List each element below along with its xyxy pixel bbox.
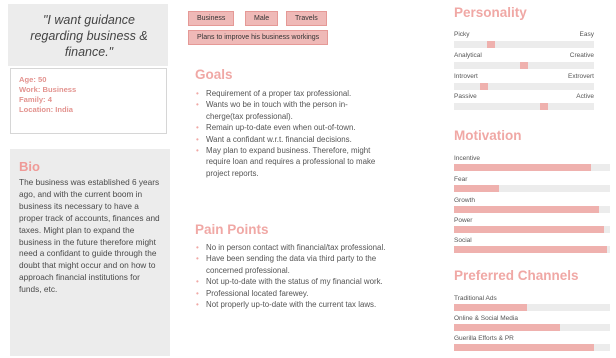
pain-point-item: Not properly up-to-date with the current…	[196, 299, 446, 311]
bar-label: Growth	[454, 197, 475, 204]
bar-label: Social	[454, 237, 472, 244]
scale-right-label: Active	[576, 93, 594, 100]
pain-point-item: Not up-to-date with the status of my fin…	[196, 276, 446, 288]
scale-right-label: Creative	[569, 52, 594, 59]
bar-fill	[454, 324, 561, 331]
bio-title: Bio	[19, 159, 40, 174]
goal-item-continued: cherge(tax professional).	[206, 111, 293, 121]
bar-fill	[454, 206, 600, 213]
personality-title: Personality	[454, 5, 527, 20]
bar-track	[454, 304, 610, 311]
personality-scale-passive-active: Passive Active	[454, 92, 594, 110]
tag-male: Male	[245, 11, 279, 26]
personality-scale-analytical-creative: Analytical Creative	[454, 51, 594, 69]
personality-scale-picky-easy: Picky Easy	[454, 30, 594, 48]
channel-guerilla-pr: Guerilla Efforts & PR	[454, 334, 610, 351]
scale-right-label: Easy	[579, 31, 594, 38]
pain-point-item-continued: concerned professional.	[206, 265, 290, 275]
motivation-fear: Fear	[454, 175, 610, 192]
bar-fill	[454, 304, 528, 311]
goals-list: Requirement of a proper tax professional…	[196, 88, 446, 179]
bar-fill	[454, 185, 500, 192]
scale-track	[454, 62, 594, 69]
bar-fill	[454, 344, 595, 351]
persona-facts-card: Age: 50 Work: Business Family: 4 Locatio…	[10, 68, 167, 134]
goal-item-continued: project reports.	[206, 168, 259, 178]
bar-track	[454, 344, 610, 351]
goal-item: Requirement of a proper tax professional…	[196, 88, 446, 100]
fact-location: Location: India	[19, 105, 73, 114]
scale-marker	[487, 41, 495, 48]
scale-marker	[480, 83, 488, 90]
bar-track	[454, 226, 610, 233]
tag-travels: Travels	[286, 11, 327, 26]
quote-card: "I want guidance regarding business & fi…	[8, 4, 168, 66]
scale-left-label: Passive	[454, 93, 477, 100]
fact-age: Age: 50	[19, 75, 47, 84]
goal-item: Wants wo be in touch with the person in-	[196, 99, 446, 111]
bar-track	[454, 246, 610, 253]
bar-label: Guerilla Efforts & PR	[454, 335, 514, 342]
motivation-growth: Growth	[454, 196, 610, 213]
bar-fill	[454, 226, 604, 233]
pain-point-item: Have been sending the data via third par…	[196, 253, 446, 265]
motivation-power: Power	[454, 216, 610, 233]
bar-track	[454, 185, 610, 192]
scale-track	[454, 103, 594, 110]
bio-text: The business was established 6 years ago…	[19, 177, 160, 295]
preferred-channels-title: Preferred Channels	[454, 268, 579, 283]
persona-quote: "I want guidance regarding business & fi…	[30, 13, 148, 59]
channel-traditional-ads: Traditional Ads	[454, 294, 610, 311]
scale-right-label: Extrovert	[567, 73, 594, 80]
motivation-social: Social	[454, 236, 610, 253]
bar-label: Fear	[454, 176, 468, 183]
scale-track	[454, 41, 594, 48]
pain-points-title: Pain Points	[195, 222, 269, 237]
tag-business: Business	[188, 11, 235, 26]
goal-item-continued: require loan and requires a professional…	[206, 157, 376, 167]
bar-track	[454, 206, 610, 213]
pain-point-item: No in person contact with financial/tax …	[196, 242, 446, 254]
scale-left-label: Analytical	[454, 52, 482, 59]
personality-scale-introvert-extrovert: Introvert Extrovert	[454, 72, 594, 90]
tag-plans: Plans to improve his business workings	[188, 30, 329, 45]
bar-label: Traditional Ads	[454, 295, 497, 302]
scale-left-label: Picky	[454, 31, 470, 38]
channel-online-social: Online & Social Media	[454, 314, 610, 331]
goals-title: Goals	[195, 67, 233, 82]
pain-point-item: Professional located farewey.	[196, 288, 446, 300]
fact-family: Family: 4	[19, 95, 52, 104]
scale-track	[454, 83, 594, 90]
scale-left-label: Introvert	[454, 73, 478, 80]
scale-marker	[520, 62, 528, 69]
bar-label: Power	[454, 217, 473, 224]
bar-track	[454, 324, 610, 331]
bar-fill	[454, 164, 592, 171]
bar-fill	[454, 246, 607, 253]
goal-item: Want a confidant w.r.t. financial decisi…	[196, 134, 446, 146]
bio-card: Bio The business was established 6 years…	[10, 149, 170, 356]
motivation-title: Motivation	[454, 128, 522, 143]
goal-item: May plan to expand business. Therefore, …	[196, 145, 446, 157]
pain-points-list: No in person contact with financial/tax …	[196, 242, 446, 311]
bar-label: Incentive	[454, 155, 481, 162]
scale-marker	[540, 103, 548, 110]
bar-track	[454, 164, 610, 171]
bar-label: Online & Social Media	[454, 315, 518, 322]
goal-item: Remain up-to-date even when out-of-town.	[196, 122, 446, 134]
fact-work: Work: Business	[19, 85, 77, 94]
motivation-incentive: Incentive	[454, 154, 610, 171]
